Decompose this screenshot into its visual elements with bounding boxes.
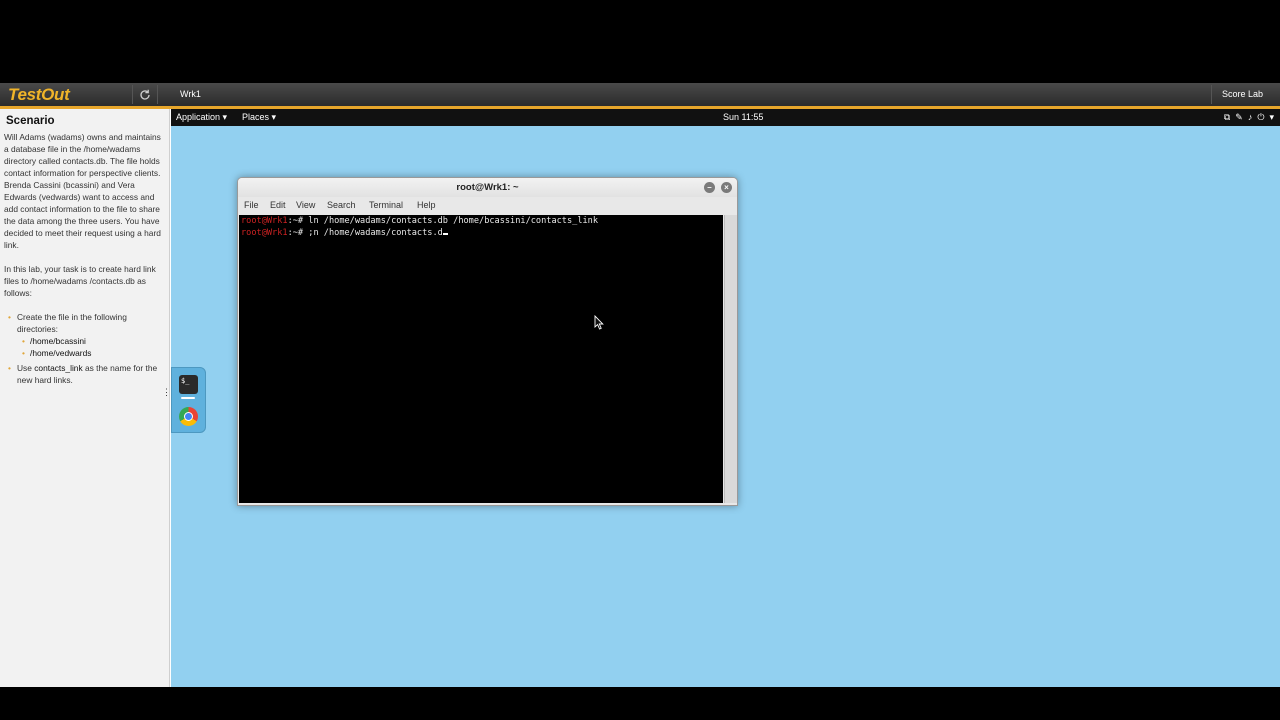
task-text: Create the file in the following directo…	[17, 312, 127, 334]
text-cursor	[442, 232, 448, 235]
scenario-title: Scenario	[6, 115, 55, 127]
terminal-title: root@Wrk1: ~	[456, 182, 519, 193]
task-intro-paragraph: In this lab, your task is to create hard…	[4, 264, 156, 298]
gnome-top-panel: Application ▾ Places ▾ Sun 11:55 ⧉ ✎ ♪ ⏻…	[171, 109, 1280, 126]
testout-lab-app: TestOut Wrk1 Score Lab Scenario Will Ada…	[0, 83, 1280, 687]
command-input: ;n /home/wadams/contacts.d	[308, 227, 443, 238]
task-text-prefix: Use	[17, 363, 35, 373]
terminal-line: root@Wrk1:~# ;n /home/wadams/contacts.d	[241, 228, 721, 240]
top-bar: TestOut Wrk1 Score Lab	[0, 83, 1280, 109]
network-icon[interactable]: ⧉	[1224, 109, 1230, 126]
terminal-menubar: File Edit View Search Terminal Help	[238, 197, 737, 214]
directory-item: /home/vedwards	[22, 347, 165, 359]
running-indicator	[181, 397, 195, 399]
menu-help[interactable]: Help	[417, 197, 436, 214]
score-lab-button[interactable]: Score Lab	[1210, 85, 1273, 104]
places-menu[interactable]: Places ▾	[242, 109, 276, 126]
prompt-user: root@Wrk1	[241, 216, 288, 226]
testout-logo: TestOut	[8, 85, 70, 104]
menu-search[interactable]: Search	[327, 197, 356, 214]
linux-desktop: Application ▾ Places ▾ Sun 11:55 ⧉ ✎ ♪ ⏻…	[162, 109, 1280, 687]
terminal-icon[interactable]: $_	[179, 375, 198, 394]
chevron-down-icon[interactable]: ▾	[1269, 109, 1274, 126]
prompt-suffix: :~#	[287, 227, 309, 238]
menu-file[interactable]: File	[244, 197, 259, 214]
refresh-icon	[140, 89, 150, 100]
terminal-scrollbar[interactable]	[724, 215, 737, 503]
task-list: Create the file in the following directo…	[4, 311, 165, 386]
refresh-button[interactable]	[132, 85, 158, 104]
volume-icon[interactable]: ♪	[1248, 109, 1253, 126]
directory-list: /home/bcassini /home/vedwards	[17, 335, 165, 359]
machine-tab-wrk1[interactable]: Wrk1	[172, 83, 209, 106]
dock-handle[interactable]: ⋮	[162, 387, 171, 398]
task-item: Use contacts_link as the name for the ne…	[8, 362, 165, 386]
close-icon[interactable]: ×	[721, 182, 732, 193]
chrome-icon[interactable]	[179, 407, 198, 426]
tools-icon[interactable]: ✎	[1235, 109, 1243, 126]
mouse-pointer-icon	[594, 315, 604, 330]
system-tray: ⧉ ✎ ♪ ⏻ ▾	[1224, 109, 1274, 126]
command-text: ln /home/wadams/contacts.db /home/bcassi…	[308, 216, 599, 226]
directory-item: /home/bcassini	[22, 335, 165, 347]
link-name-highlight: contacts_link	[34, 363, 83, 373]
prompt-suffix: :~#	[287, 216, 309, 226]
menu-edit[interactable]: Edit	[270, 197, 286, 214]
menu-view[interactable]: View	[296, 197, 315, 214]
scenario-panel: Scenario Will Adams (wadams) owns and ma…	[0, 109, 170, 687]
minimize-icon[interactable]: –	[704, 182, 715, 193]
task-item: Create the file in the following directo…	[8, 311, 165, 359]
application-menu[interactable]: Application ▾	[176, 109, 227, 126]
app-dock: $_	[171, 367, 206, 433]
prompt-user: root@Wrk1	[241, 227, 288, 238]
power-icon[interactable]: ⏻	[1257, 109, 1264, 126]
menu-terminal[interactable]: Terminal	[369, 197, 403, 214]
panel-clock[interactable]: Sun 11:55	[723, 109, 763, 126]
scenario-paragraph: Will Adams (wadams) owns and maintains a…	[4, 132, 161, 250]
terminal-line: root@Wrk1:~# ln /home/wadams/contacts.db…	[241, 216, 721, 228]
terminal-titlebar[interactable]: root@Wrk1: ~ – ×	[238, 178, 737, 197]
terminal-output[interactable]: root@Wrk1:~# ln /home/wadams/contacts.db…	[239, 215, 723, 503]
terminal-window: root@Wrk1: ~ – × File Edit View Search T…	[237, 177, 738, 506]
